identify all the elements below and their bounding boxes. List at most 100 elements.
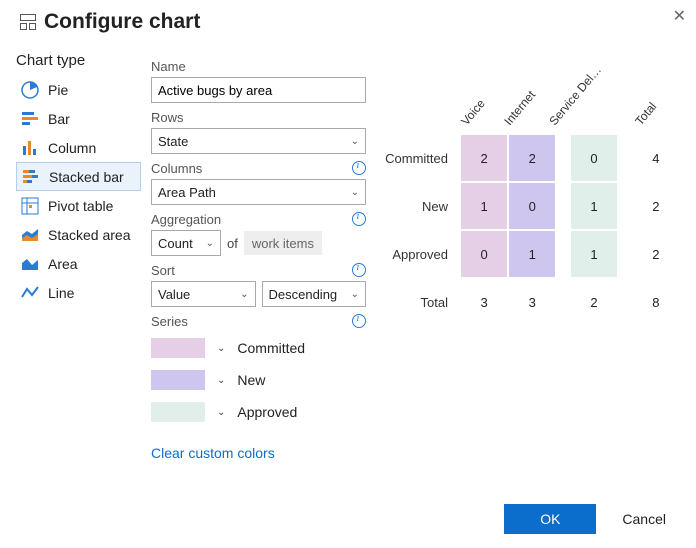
col-header: Total	[632, 74, 680, 134]
of-label: of	[227, 236, 238, 251]
table-row: Committed 2 2 0 4	[376, 134, 680, 182]
rows-select[interactable]: State ⌄	[151, 128, 366, 154]
series-label: Series	[151, 314, 188, 329]
series-info-icon[interactable]	[352, 314, 366, 328]
sort-direction-value: Descending	[269, 287, 338, 302]
chevron-down-icon: ⌄	[206, 238, 214, 249]
col-header: Internet	[508, 74, 556, 134]
sort-info-icon[interactable]	[352, 263, 366, 277]
series-row: ⌄ Committed	[151, 335, 366, 361]
work-items-label: work items	[244, 231, 322, 255]
series-swatch[interactable]	[151, 370, 205, 390]
chevron-down-icon[interactable]: ⌄	[217, 375, 225, 386]
chart-type-label: Line	[48, 285, 74, 301]
area-icon	[20, 254, 40, 274]
bar-icon	[20, 109, 40, 129]
name-label: Name	[151, 59, 186, 74]
series-swatch[interactable]	[151, 402, 205, 422]
cell-total: 4	[633, 135, 679, 181]
cell: 0	[571, 135, 617, 181]
row-header: New	[376, 182, 460, 230]
chart-type-heading: Chart type	[16, 52, 141, 69]
dialog-title: Configure chart	[44, 10, 200, 34]
table-row: New 1 0 1 2	[376, 182, 680, 230]
columns-label: Columns	[151, 161, 202, 176]
sort-by-value: Value	[158, 287, 190, 302]
chart-type-line[interactable]: Line	[16, 278, 141, 307]
aggregation-info-icon[interactable]	[352, 212, 366, 226]
chart-type-label: Pie	[48, 82, 68, 98]
rows-value: State	[158, 134, 188, 149]
cell-total: 2	[633, 231, 679, 277]
series-name: Approved	[237, 404, 297, 420]
pivot-table-icon	[20, 196, 40, 216]
chevron-down-icon: ⌄	[351, 136, 359, 147]
columns-value: Area Path	[158, 185, 216, 200]
aggregation-value: Count	[158, 236, 193, 251]
chevron-down-icon[interactable]: ⌄	[217, 407, 225, 418]
cell: 0	[461, 231, 507, 277]
cell: 1	[509, 231, 555, 277]
chart-type-pivot-table[interactable]: Pivot table	[16, 191, 141, 220]
ok-button[interactable]: OK	[504, 504, 596, 534]
chart-type-stacked-area[interactable]: Stacked area	[16, 220, 141, 249]
aggregation-select[interactable]: Count ⌄	[151, 230, 221, 256]
columns-select[interactable]: Area Path ⌄	[151, 179, 366, 205]
chevron-down-icon: ⌄	[351, 187, 359, 198]
column-icon	[20, 138, 40, 158]
row-header: Committed	[376, 134, 460, 182]
series-swatch[interactable]	[151, 338, 205, 358]
pie-icon	[20, 80, 40, 100]
chart-grid-icon	[20, 14, 36, 30]
preview-table: Voice Internet Service Del… Total Commit…	[376, 74, 680, 326]
sort-label: Sort	[151, 263, 175, 278]
cell-total: 2	[633, 183, 679, 229]
cell: 1	[571, 183, 617, 229]
stacked-bar-icon	[21, 167, 41, 187]
columns-info-icon[interactable]	[352, 161, 366, 175]
chart-type-label: Stacked bar	[49, 169, 124, 185]
line-icon	[20, 283, 40, 303]
chart-type-label: Area	[48, 256, 78, 272]
series-name: Committed	[237, 340, 305, 356]
stacked-area-icon	[20, 225, 40, 245]
row-header: Total	[376, 278, 460, 326]
col-header: Voice	[460, 74, 508, 134]
cancel-button[interactable]: Cancel	[616, 510, 672, 528]
name-input[interactable]	[151, 77, 366, 103]
cell: 1	[461, 183, 507, 229]
chart-type-label: Stacked area	[48, 227, 131, 243]
chart-type-stacked-bar[interactable]: Stacked bar	[16, 162, 141, 191]
chart-type-label: Column	[48, 140, 96, 156]
cell: 2	[509, 135, 555, 181]
clear-custom-colors-link[interactable]: Clear custom colors	[151, 445, 275, 461]
close-icon[interactable]: ✕	[673, 6, 686, 26]
cell-grand-total: 8	[633, 279, 679, 325]
cell-total: 3	[509, 279, 555, 325]
series-row: ⌄ Approved	[151, 399, 366, 425]
chart-type-label: Bar	[48, 111, 70, 127]
table-row-total: Total 3 3 2 8	[376, 278, 680, 326]
cell: 1	[571, 231, 617, 277]
series-name: New	[237, 372, 265, 388]
table-row: Approved 0 1 1 2	[376, 230, 680, 278]
cell: 0	[509, 183, 555, 229]
chevron-down-icon: ⌄	[240, 289, 248, 300]
chart-type-column[interactable]: Column	[16, 133, 141, 162]
cell-total: 3	[461, 279, 507, 325]
chevron-down-icon[interactable]: ⌄	[217, 343, 225, 354]
cell: 2	[461, 135, 507, 181]
row-header: Approved	[376, 230, 460, 278]
rows-label: Rows	[151, 110, 184, 125]
aggregation-label: Aggregation	[151, 212, 221, 227]
sort-by-select[interactable]: Value ⌄	[151, 281, 256, 307]
chart-type-area[interactable]: Area	[16, 249, 141, 278]
chart-type-pie[interactable]: Pie	[16, 75, 141, 104]
sort-direction-select[interactable]: Descending ⌄	[262, 281, 367, 307]
chart-type-label: Pivot table	[48, 198, 113, 214]
cell-total: 2	[571, 279, 617, 325]
series-row: ⌄ New	[151, 367, 366, 393]
chart-type-bar[interactable]: Bar	[16, 104, 141, 133]
col-header: Service Del…	[556, 74, 632, 134]
chevron-down-icon: ⌄	[351, 289, 359, 300]
